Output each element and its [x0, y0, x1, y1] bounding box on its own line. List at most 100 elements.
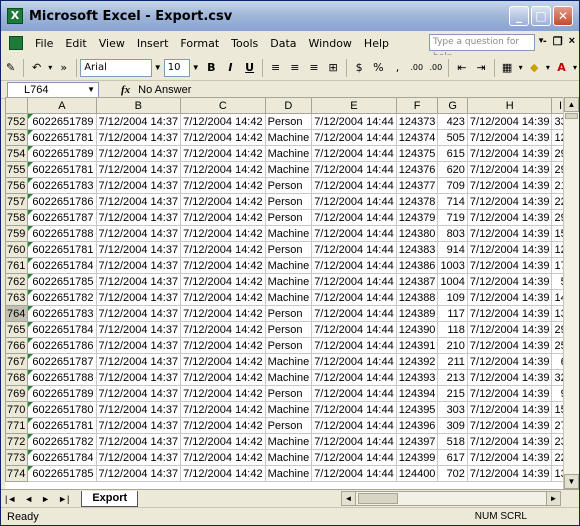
- column-header-c[interactable]: C: [180, 97, 266, 114]
- cell-e[interactable]: 7/12/2004 14:44: [311, 401, 397, 418]
- cell-i[interactable]: 29: [551, 321, 563, 338]
- ask-question-input[interactable]: Type a question for help: [429, 34, 535, 62]
- cell-a[interactable]: 6022651787: [27, 353, 97, 370]
- cell-h[interactable]: 7/12/2004 14:39: [466, 417, 553, 434]
- cell-table[interactable]: A B C D E F G H I 752 6022651789 7/12/2004…: [5, 97, 563, 482]
- cell-g[interactable]: 617: [437, 449, 468, 466]
- align-right-icon[interactable]: ≡: [306, 59, 321, 77]
- menu-format[interactable]: Format: [174, 37, 225, 50]
- font-size-select[interactable]: 10: [163, 58, 190, 77]
- cell-g[interactable]: 423: [437, 113, 468, 130]
- cell-e[interactable]: 7/12/2004 14:44: [311, 273, 397, 290]
- row-header[interactable]: 768: [5, 369, 29, 386]
- cell-c[interactable]: 7/12/2004 14:42: [180, 385, 266, 402]
- cell-f[interactable]: 124399: [395, 449, 439, 466]
- cell-c[interactable]: 7/12/2004 14:42: [180, 177, 266, 194]
- name-box[interactable]: L764 ▼: [7, 81, 99, 98]
- cell-h[interactable]: 7/12/2004 14:39: [466, 433, 553, 450]
- row-header[interactable]: 771: [5, 417, 29, 434]
- cell-h[interactable]: 7/12/2004 14:39: [466, 321, 553, 338]
- cell-h[interactable]: 7/12/2004 14:39: [466, 305, 553, 322]
- cell-b[interactable]: 7/12/2004 14:37: [95, 225, 182, 242]
- title-bar[interactable]: X Microsoft Excel - Export.csv _ □ ✕: [1, 1, 579, 31]
- cell-i[interactable]: 9: [551, 385, 563, 402]
- cell-f[interactable]: 124393: [395, 369, 439, 386]
- cell-c[interactable]: 7/12/2004 14:42: [180, 257, 266, 274]
- excel-app-icon[interactable]: X: [7, 8, 23, 24]
- cell-h[interactable]: 7/12/2004 14:39: [466, 161, 553, 178]
- cell-i[interactable]: 12: [551, 129, 563, 146]
- cell-f[interactable]: 124373: [395, 113, 439, 130]
- cell-c[interactable]: 7/12/2004 14:42: [180, 433, 266, 450]
- fill-dropdown-icon[interactable]: ▾: [546, 63, 550, 72]
- cell-h[interactable]: 7/12/2004 14:39: [466, 257, 553, 274]
- row-header[interactable]: 756: [5, 177, 29, 194]
- row-header[interactable]: 758: [5, 209, 29, 226]
- cell-d[interactable]: Machine: [264, 273, 313, 290]
- cell-h[interactable]: 7/12/2004 14:39: [466, 465, 553, 482]
- cell-g[interactable]: 117: [437, 305, 468, 322]
- cell-g[interactable]: 719: [437, 209, 468, 226]
- cell-d[interactable]: Machine: [264, 289, 313, 306]
- cell-b[interactable]: 7/12/2004 14:37: [95, 465, 182, 482]
- cell-b[interactable]: 7/12/2004 14:37: [95, 257, 182, 274]
- vertical-scroll-thumb[interactable]: [565, 113, 578, 119]
- cell-f[interactable]: 124376: [395, 161, 439, 178]
- doc-close-icon[interactable]: ×: [569, 35, 575, 48]
- row-header[interactable]: 772: [5, 433, 29, 450]
- formula-content[interactable]: No Answer: [138, 84, 191, 96]
- undo-dropdown-icon[interactable]: ▾: [48, 63, 52, 72]
- cell-d[interactable]: Machine: [264, 129, 313, 146]
- cell-g[interactable]: 109: [437, 289, 468, 306]
- cell-g[interactable]: 1004: [437, 273, 468, 290]
- cell-c[interactable]: 7/12/2004 14:42: [180, 337, 266, 354]
- cell-c[interactable]: 7/12/2004 14:42: [180, 321, 266, 338]
- cell-g[interactable]: 714: [437, 193, 468, 210]
- column-header-e[interactable]: E: [311, 97, 397, 114]
- cell-h[interactable]: 7/12/2004 14:39: [466, 401, 553, 418]
- cell-g[interactable]: 518: [437, 433, 468, 450]
- cell-f[interactable]: 124380: [395, 225, 439, 242]
- cell-g[interactable]: 1003: [437, 257, 468, 274]
- row-header[interactable]: 757: [5, 193, 29, 210]
- column-header-a[interactable]: A: [27, 97, 97, 114]
- menu-insert[interactable]: Insert: [131, 37, 175, 50]
- cell-i[interactable]: 33: [551, 113, 563, 130]
- name-box-dropdown-icon[interactable]: ▼: [87, 83, 95, 97]
- underline-button[interactable]: U: [242, 59, 257, 77]
- maximize-button[interactable]: □: [531, 6, 551, 26]
- row-header[interactable]: 766: [5, 337, 29, 354]
- cell-c[interactable]: 7/12/2004 14:42: [180, 417, 266, 434]
- cell-c[interactable]: 7/12/2004 14:42: [180, 161, 266, 178]
- cell-d[interactable]: Machine: [264, 353, 313, 370]
- cell-b[interactable]: 7/12/2004 14:37: [95, 113, 182, 130]
- cell-g[interactable]: 615: [437, 145, 468, 162]
- currency-button[interactable]: $: [352, 59, 367, 77]
- insert-function-icon[interactable]: fx: [121, 84, 130, 96]
- cell-c[interactable]: 7/12/2004 14:42: [180, 369, 266, 386]
- cell-d[interactable]: Person: [264, 305, 313, 322]
- cell-b[interactable]: 7/12/2004 14:37: [95, 273, 182, 290]
- font-color-dropdown-icon[interactable]: ▾: [573, 63, 577, 72]
- cell-c[interactable]: 7/12/2004 14:42: [180, 145, 266, 162]
- first-sheet-icon[interactable]: |◄: [1, 494, 20, 504]
- scroll-left-icon[interactable]: ◄: [342, 492, 356, 505]
- cell-h[interactable]: 7/12/2004 14:39: [466, 225, 553, 242]
- cell-a[interactable]: 6022651789: [27, 145, 97, 162]
- column-header-b[interactable]: B: [95, 97, 182, 114]
- cell-b[interactable]: 7/12/2004 14:37: [95, 321, 182, 338]
- cell-d[interactable]: Machine: [264, 401, 313, 418]
- row-header[interactable]: 754: [5, 145, 29, 162]
- cell-a[interactable]: 6022651783: [27, 305, 97, 322]
- cell-g[interactable]: 914: [437, 241, 468, 258]
- cell-a[interactable]: 6022651788: [27, 225, 97, 242]
- comma-button[interactable]: ,: [390, 59, 405, 77]
- cell-i[interactable]: 15: [551, 401, 563, 418]
- cell-f[interactable]: 124378: [395, 193, 439, 210]
- borders-icon[interactable]: ▦: [499, 59, 514, 77]
- cell-e[interactable]: 7/12/2004 14:44: [311, 129, 397, 146]
- cell-f[interactable]: 124386: [395, 257, 439, 274]
- cell-e[interactable]: 7/12/2004 14:44: [311, 353, 397, 370]
- cell-a[interactable]: 6022651781: [27, 129, 97, 146]
- bold-button[interactable]: B: [204, 59, 219, 77]
